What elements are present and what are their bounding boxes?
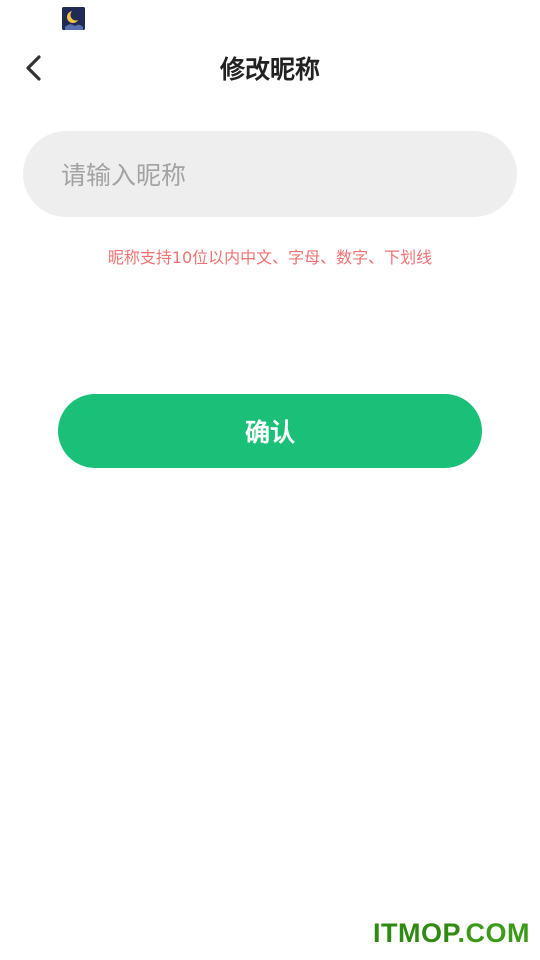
nickname-input[interactable]	[59, 131, 483, 219]
nav-bar: 修改昵称	[0, 40, 540, 100]
watermark-text-main: ITMOP	[372, 918, 458, 948]
moon-icon	[62, 7, 85, 30]
nickname-hint: 昵称支持10位以内中文、字母、数字、下划线	[107, 248, 433, 267]
nickname-input-container	[23, 131, 517, 219]
status-bar	[0, 0, 540, 36]
watermark-text-domain: .COM	[457, 918, 530, 948]
page-title: 修改昵称	[219, 55, 320, 84]
screen: 修改昵称 昵称支持10位以内中文、字母、数字、下划线 确认 ITMOP.COM	[0, 0, 540, 960]
watermark: ITMOP.COM	[373, 918, 530, 949]
confirm-button[interactable]: 确认	[58, 394, 482, 468]
